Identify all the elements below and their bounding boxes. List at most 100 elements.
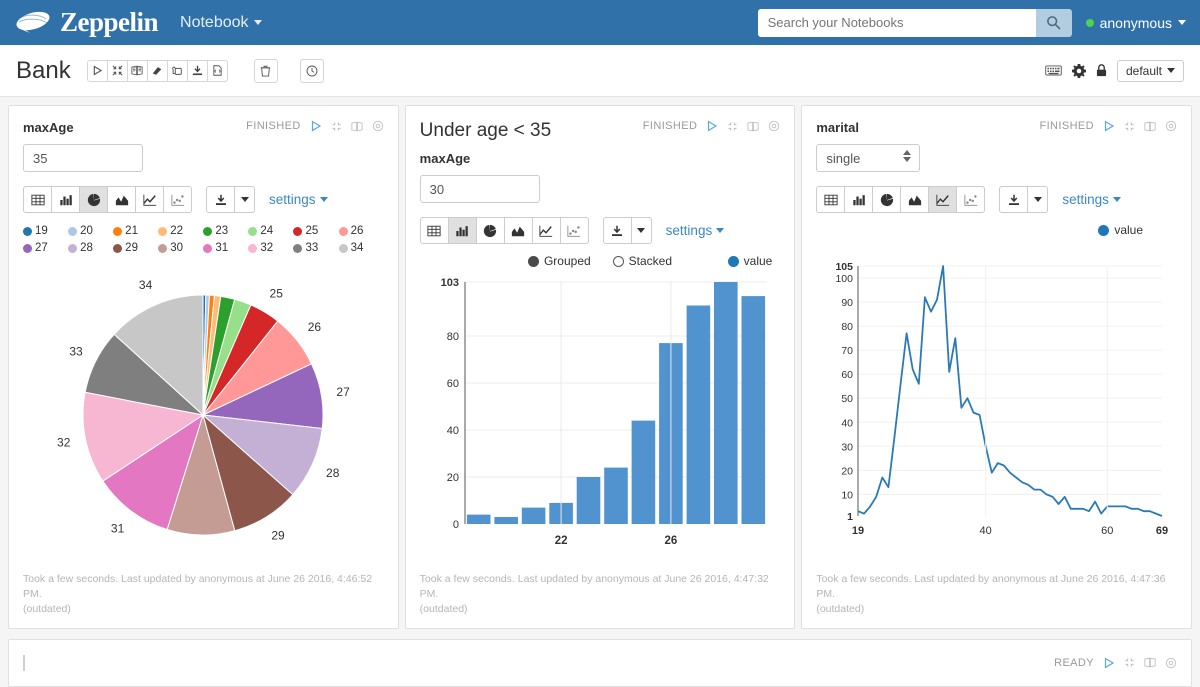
schedule-cron-button[interactable] <box>300 59 324 83</box>
viz-bar-button[interactable] <box>51 186 80 213</box>
pie-legend-item[interactable]: 26 <box>339 225 384 237</box>
pie-legend-item[interactable]: 30 <box>158 242 203 254</box>
new-paragraph[interactable]: READY <box>8 639 1192 687</box>
viz-line-button[interactable] <box>928 186 957 213</box>
viz-pie-button[interactable] <box>872 186 901 213</box>
show-all-output-button[interactable] <box>127 60 148 82</box>
show-output-button[interactable] <box>1144 121 1156 132</box>
user-menu[interactable]: anonymous <box>1086 15 1186 31</box>
keyboard-icon[interactable] <box>1045 65 1062 76</box>
settings-toggle[interactable]: settings <box>1062 192 1121 207</box>
maxage-input[interactable] <box>420 175 540 203</box>
bar[interactable] <box>577 477 601 524</box>
stacked-radio[interactable]: Stacked <box>613 254 672 268</box>
pie-legend-item[interactable]: 31 <box>203 242 248 254</box>
y-axis-tick: 105 <box>835 261 853 273</box>
run-paragraph-button[interactable] <box>1103 120 1115 132</box>
pie-legend-item[interactable]: 27 <box>23 242 68 254</box>
reload-note-button[interactable] <box>207 60 228 82</box>
paragraph-settings-button[interactable] <box>1165 120 1177 132</box>
show-output-button[interactable] <box>351 121 363 132</box>
pie-legend-item[interactable]: 25 <box>293 225 338 237</box>
pie-legend-item[interactable]: 28 <box>68 242 113 254</box>
viz-scatter-button[interactable] <box>560 217 589 244</box>
viz-bar-button[interactable] <box>844 186 873 213</box>
nav-notebook-menu[interactable]: Notebook <box>180 14 262 32</box>
bar[interactable] <box>604 468 628 524</box>
bar[interactable] <box>742 296 766 524</box>
gear-icon[interactable] <box>1072 64 1086 78</box>
run-all-paragraphs-button[interactable] <box>87 60 108 82</box>
move-note-to-trash-button[interactable] <box>254 59 278 83</box>
bar[interactable] <box>467 515 491 524</box>
clone-note-button[interactable] <box>167 60 188 82</box>
search-button[interactable] <box>1036 9 1072 37</box>
pie-legend-item[interactable]: 24 <box>248 225 293 237</box>
viz-area-button[interactable] <box>504 217 533 244</box>
brand[interactable]: Zeppelin <box>14 7 158 38</box>
bar[interactable] <box>632 421 656 524</box>
pie-legend-item[interactable]: 32 <box>248 242 293 254</box>
pie-legend-item[interactable]: 34 <box>339 242 384 254</box>
bar[interactable] <box>522 508 546 524</box>
interpreter-binding-button[interactable]: default <box>1117 60 1184 82</box>
export-note-button[interactable] <box>187 60 208 82</box>
download-options-button[interactable] <box>235 186 255 213</box>
lock-icon[interactable] <box>1096 64 1107 77</box>
download-data-button[interactable] <box>603 217 632 244</box>
viz-bar-button[interactable] <box>448 217 477 244</box>
hide-all-editors-button[interactable] <box>107 60 128 82</box>
pie-legend-item[interactable]: 33 <box>293 242 338 254</box>
pie-legend-item[interactable]: 23 <box>203 225 248 237</box>
pie-legend-item[interactable]: 22 <box>158 225 203 237</box>
settings-toggle[interactable]: settings <box>269 192 328 207</box>
marital-select[interactable]: single <box>816 144 920 172</box>
bar[interactable] <box>494 517 518 524</box>
viz-line-button[interactable] <box>532 217 561 244</box>
show-output-button[interactable] <box>1144 657 1156 668</box>
paragraph-settings-button[interactable] <box>1165 657 1177 669</box>
hide-editor-button[interactable] <box>1124 121 1135 132</box>
clear-all-output-button[interactable] <box>147 60 168 82</box>
y-axis-tick: 20 <box>447 472 459 484</box>
pie-legend-item[interactable]: 29 <box>113 242 158 254</box>
run-paragraph-button[interactable] <box>1103 657 1115 669</box>
line-series[interactable] <box>858 266 1162 516</box>
line-legend[interactable]: value <box>816 223 1177 237</box>
viz-table-button[interactable] <box>420 217 449 244</box>
viz-scatter-button[interactable] <box>956 186 985 213</box>
viz-line-button[interactable] <box>135 186 164 213</box>
download-options-button[interactable] <box>632 217 652 244</box>
search-input[interactable] <box>758 9 1036 37</box>
show-output-button[interactable] <box>747 121 759 132</box>
paragraph-settings-button[interactable] <box>768 120 780 132</box>
viz-area-button[interactable] <box>900 186 929 213</box>
download-options-button[interactable] <box>1028 186 1048 213</box>
viz-table-button[interactable] <box>816 186 845 213</box>
pie-legend-item[interactable]: 19 <box>23 225 68 237</box>
pie-legend-item[interactable]: 21 <box>113 225 158 237</box>
viz-pie-button[interactable] <box>79 186 108 213</box>
legend-label: 24 <box>260 225 273 237</box>
viz-table-button[interactable] <box>23 186 52 213</box>
maxage-input[interactable] <box>23 144 143 172</box>
grouped-radio[interactable]: Grouped <box>528 254 591 268</box>
series-legend-value[interactable]: value <box>728 254 773 268</box>
viz-area-button[interactable] <box>107 186 136 213</box>
hide-editor-button[interactable] <box>727 121 738 132</box>
hide-editor-button[interactable] <box>1124 657 1135 668</box>
bar[interactable] <box>687 306 711 525</box>
viz-scatter-button[interactable] <box>163 186 192 213</box>
paragraph-status-text: FINISHED <box>643 120 698 132</box>
settings-toggle[interactable]: settings <box>666 223 725 238</box>
run-paragraph-button[interactable] <box>706 120 718 132</box>
viz-pie-button[interactable] <box>476 217 505 244</box>
download-data-button[interactable] <box>206 186 235 213</box>
download-data-button[interactable] <box>999 186 1028 213</box>
paragraph-settings-button[interactable] <box>372 120 384 132</box>
pie-legend-item[interactable]: 20 <box>68 225 113 237</box>
hide-editor-button[interactable] <box>331 121 342 132</box>
run-paragraph-button[interactable] <box>310 120 322 132</box>
bar-chart: 0204060801032226 <box>420 268 781 562</box>
bar[interactable] <box>714 282 738 524</box>
